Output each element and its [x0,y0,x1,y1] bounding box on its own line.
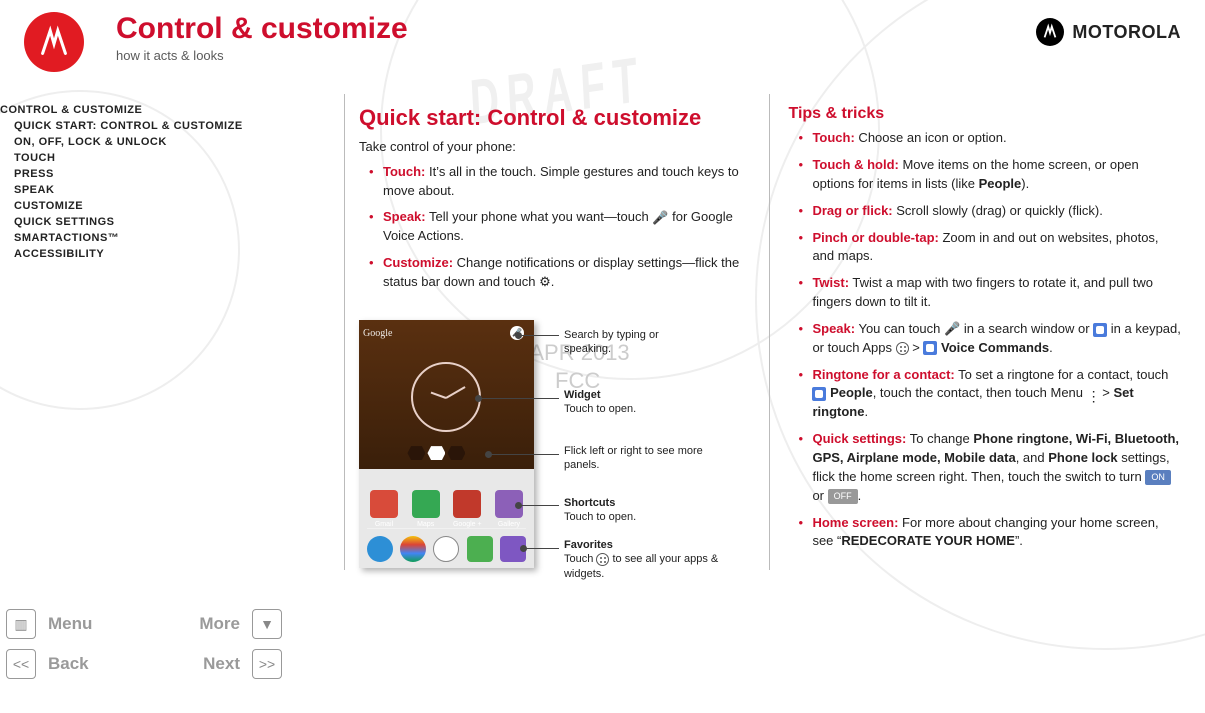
voice-commands-icon [923,341,937,355]
phone-app-shortcut: Gmail [367,490,401,530]
mic-icon: 🎤 [944,321,960,336]
phone-fav-messaging-icon [467,536,493,562]
back-icon[interactable]: << [6,649,36,679]
apps-grid-icon [896,342,909,355]
phone-search-logo: Google [363,327,392,342]
toc-item[interactable]: PRESS [0,166,330,182]
more-icon[interactable]: ▼ [252,609,282,639]
apps-grid-icon [596,553,609,566]
people-icon [812,387,826,401]
toc-item[interactable]: SMARTACTIONS™ [0,230,330,246]
phone-page-indicator [406,446,486,462]
toc-item[interactable]: TOUCH [0,150,330,166]
bullet-speak: Speak: Tell your phone what you want—tou… [373,208,755,246]
tip-pinch: Pinch or double-tap: Zoom in and out on … [802,229,1181,267]
toc-item[interactable]: QUICK START: CONTROL & CUSTOMIZE [0,118,330,134]
next-icon[interactable]: >> [252,649,282,679]
section-heading: Quick start: Control & customize [359,102,755,134]
gear-icon: ⚙ [539,273,551,292]
callout-search: Search by typing or speaking. [564,328,684,357]
mic-icon: 🎤 [652,209,668,228]
toc-item[interactable]: CUSTOMIZE [0,198,330,214]
tip-quick-settings: Quick settings: To change Phone ringtone… [802,430,1181,505]
callout-widget: Widget Touch to open. [564,388,714,417]
phone-illustration: Google 🎤 GmailMapsGoogle +Gallery [359,320,755,580]
menu-overflow-icon [1087,388,1099,400]
back-button[interactable]: Back [48,654,138,674]
tip-touch: Touch: Choose an icon or option. [802,129,1181,148]
page-title: Control & customize [116,12,408,46]
phone-fav-chrome-icon [400,536,426,562]
toc-item[interactable]: ACCESSIBILITY [0,246,330,262]
brand-badge: MOTOROLA [1036,18,1181,46]
phone-app-shortcut: Google + [450,490,484,530]
callout-shortcuts: Shortcuts Touch to open. [564,496,714,525]
tip-twist: Twist: Twist a map with two fingers to r… [802,274,1181,312]
menu-button[interactable]: Menu [48,614,138,634]
phone-favorites-bar [367,528,526,562]
callout-favorites: Favorites Touch to see all your apps & w… [564,538,734,581]
callout-flick: Flick left or right to see more panels. [564,444,714,473]
switch-off-icon: OFF [828,489,858,504]
next-button[interactable]: Next [150,654,240,674]
table-of-contents: CONTROL & CUSTOMIZEQUICK START: CONTROL … [0,102,330,262]
tip-ringtone: Ringtone for a contact: To set a rington… [802,366,1181,423]
tip-hold: Touch & hold: Move items on the home scr… [802,156,1181,194]
keypad-mic-icon [1093,323,1107,337]
toc-item[interactable]: ON, OFF, LOCK & UNLOCK [0,134,330,150]
phone-app-shortcut: Maps [409,490,443,530]
phone-fav-apps-icon [433,536,459,562]
page-subtitle: how it acts & looks [116,48,408,63]
tip-home-screen: Home screen: For more about changing you… [802,514,1181,552]
phone-fav-phone-icon [367,536,393,562]
tip-drag: Drag or flick: Scroll slowly (drag) or q… [802,202,1181,221]
phone-app-shortcut: Gallery [492,490,526,530]
section-lead: Take control of your phone: [359,138,755,157]
menu-icon[interactable]: ▥ [6,609,36,639]
motorola-logo-icon [24,12,84,72]
toc-item[interactable]: SPEAK [0,182,330,198]
tip-speak: Speak: You can touch 🎤 in a search windo… [802,320,1181,358]
more-button[interactable]: More [150,614,240,634]
bullet-touch: Touch: It’s all in the touch. Simple ges… [373,163,755,201]
tips-heading: Tips & tricks [788,102,1181,125]
phone-clock-widget [411,362,481,432]
toc-item[interactable]: QUICK SETTINGS [0,214,330,230]
brand-text: MOTOROLA [1072,22,1181,43]
toc-item[interactable]: CONTROL & CUSTOMIZE [0,102,330,118]
switch-on-icon: ON [1145,470,1171,485]
bullet-customize: Customize: Change notifications or displ… [373,254,755,292]
